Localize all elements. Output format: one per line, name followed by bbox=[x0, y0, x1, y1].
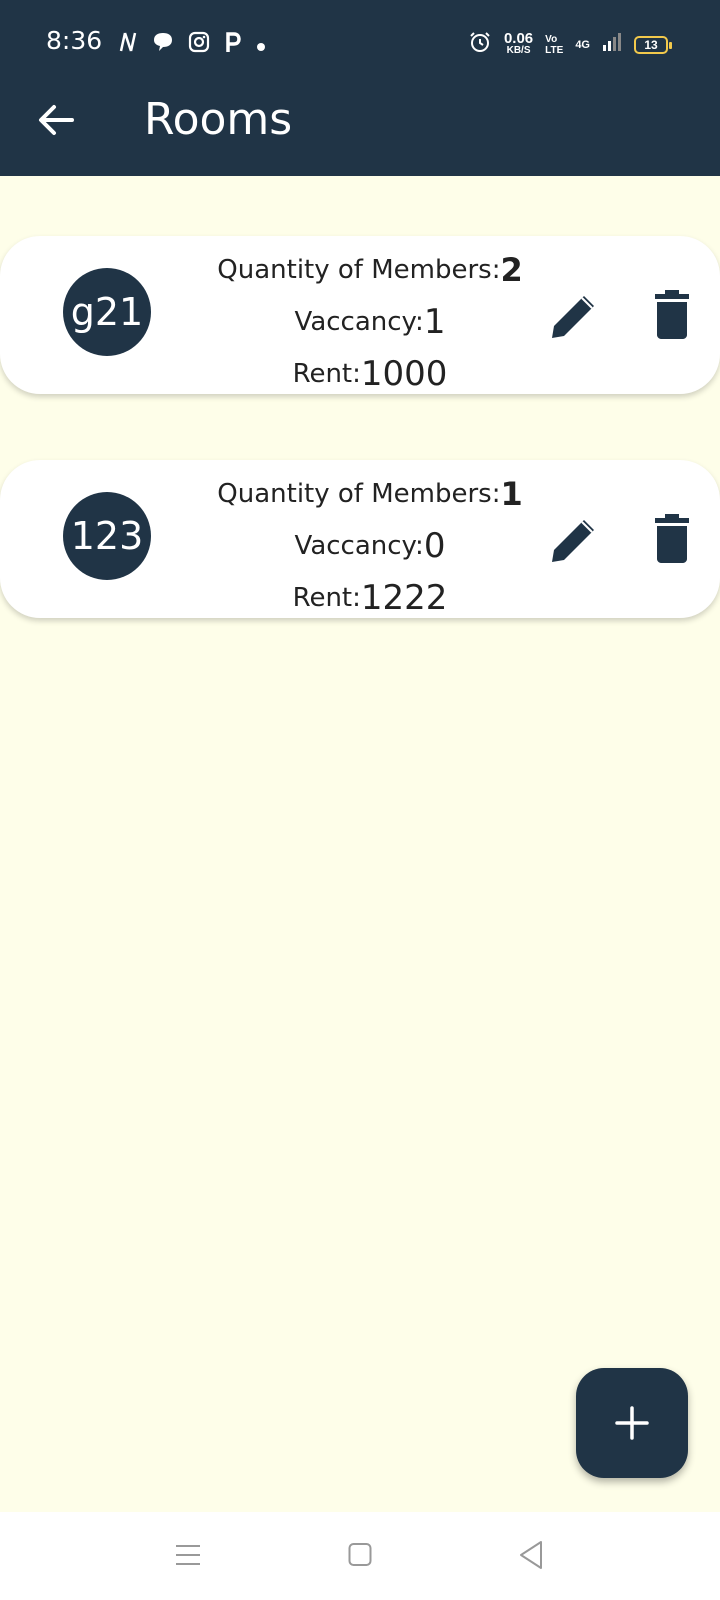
rent-row: Rent: 1222 bbox=[180, 572, 560, 624]
room-info: Quantity of Members: 2 Vaccancy: 1 Rent:… bbox=[180, 244, 560, 400]
vacancy-label: Vaccancy: bbox=[294, 307, 424, 337]
plus-icon bbox=[615, 1406, 649, 1440]
trash-icon bbox=[655, 290, 689, 339]
edit-room-button[interactable] bbox=[548, 514, 600, 566]
room-card[interactable]: g21 Quantity of Members: 2 Vaccancy: 1 R… bbox=[0, 236, 720, 394]
dot-icon bbox=[256, 33, 266, 59]
battery-level: 13 bbox=[644, 37, 658, 52]
edit-room-button[interactable] bbox=[548, 290, 600, 342]
rent-label: Rent: bbox=[292, 583, 361, 613]
pencil-icon bbox=[552, 296, 594, 338]
n-icon bbox=[118, 31, 138, 60]
speed-unit: KB/S bbox=[506, 44, 531, 56]
room-avatar: 123 bbox=[63, 492, 151, 580]
trash-icon bbox=[655, 514, 689, 563]
rent-row: Rent: 1000 bbox=[180, 348, 560, 400]
status-bar: 8:36 0.06 KB/S Vo LTE 4G 13 bbox=[0, 0, 720, 88]
chat-icon bbox=[152, 31, 174, 60]
vacancy-value: 0 bbox=[423, 526, 446, 566]
vacancy-row: Vaccancy: 0 bbox=[180, 520, 560, 572]
page-title: Rooms bbox=[144, 94, 293, 145]
volte-top: Vo bbox=[545, 33, 558, 45]
instagram-icon bbox=[188, 31, 210, 60]
rent-value: 1222 bbox=[360, 578, 448, 618]
speed-value: 0.06 bbox=[503, 29, 534, 47]
status-time: 8:36 bbox=[46, 26, 103, 55]
members-value: 2 bbox=[500, 251, 523, 289]
members-row: Quantity of Members: 2 bbox=[180, 244, 560, 296]
status-system-icons: 0.06 KB/S Vo LTE 4G 13 bbox=[468, 29, 672, 59]
battery-icon: 13 bbox=[634, 35, 672, 54]
room-card[interactable]: 123 Quantity of Members: 1 Vaccancy: 0 R… bbox=[0, 460, 720, 618]
room-info: Quantity of Members: 1 Vaccancy: 0 Rent:… bbox=[180, 468, 560, 624]
members-value: 1 bbox=[500, 475, 523, 513]
menu-icon bbox=[176, 1545, 200, 1565]
alarm-icon bbox=[468, 30, 492, 59]
members-label: Quantity of Members: bbox=[217, 255, 501, 285]
add-room-button[interactable] bbox=[576, 1368, 688, 1478]
signal-icon bbox=[602, 33, 622, 56]
nav-back-button[interactable] bbox=[518, 1540, 544, 1570]
p-icon bbox=[224, 30, 242, 61]
arrow-left-icon bbox=[39, 105, 74, 135]
members-row: Quantity of Members: 1 bbox=[180, 468, 560, 520]
network-speed: 0.06 KB/S bbox=[503, 29, 534, 57]
rent-value: 1000 bbox=[360, 354, 448, 394]
vacancy-row: Vaccancy: 1 bbox=[180, 296, 560, 348]
nav-home-button[interactable] bbox=[348, 1542, 372, 1568]
rent-label: Rent: bbox=[292, 359, 361, 389]
network-type: 4G bbox=[575, 38, 590, 51]
vacancy-value: 1 bbox=[423, 302, 446, 342]
status-notification-icons bbox=[118, 30, 266, 61]
system-nav-bar bbox=[0, 1512, 720, 1600]
delete-room-button[interactable] bbox=[652, 290, 692, 340]
app-header: 8:36 0.06 KB/S Vo LTE 4G 13 Rooms bbox=[0, 0, 720, 176]
nav-recents-button[interactable] bbox=[175, 1542, 201, 1568]
back-triangle-icon bbox=[520, 1541, 542, 1569]
volte-bottom: LTE bbox=[545, 44, 564, 56]
delete-room-button[interactable] bbox=[652, 514, 692, 564]
room-avatar: g21 bbox=[63, 268, 151, 356]
members-label: Quantity of Members: bbox=[217, 479, 501, 509]
vacancy-label: Vaccancy: bbox=[294, 531, 424, 561]
home-square-icon bbox=[348, 1543, 372, 1566]
volte-indicator: Vo LTE bbox=[545, 34, 563, 56]
back-button[interactable] bbox=[34, 98, 78, 142]
pencil-icon bbox=[552, 520, 594, 562]
